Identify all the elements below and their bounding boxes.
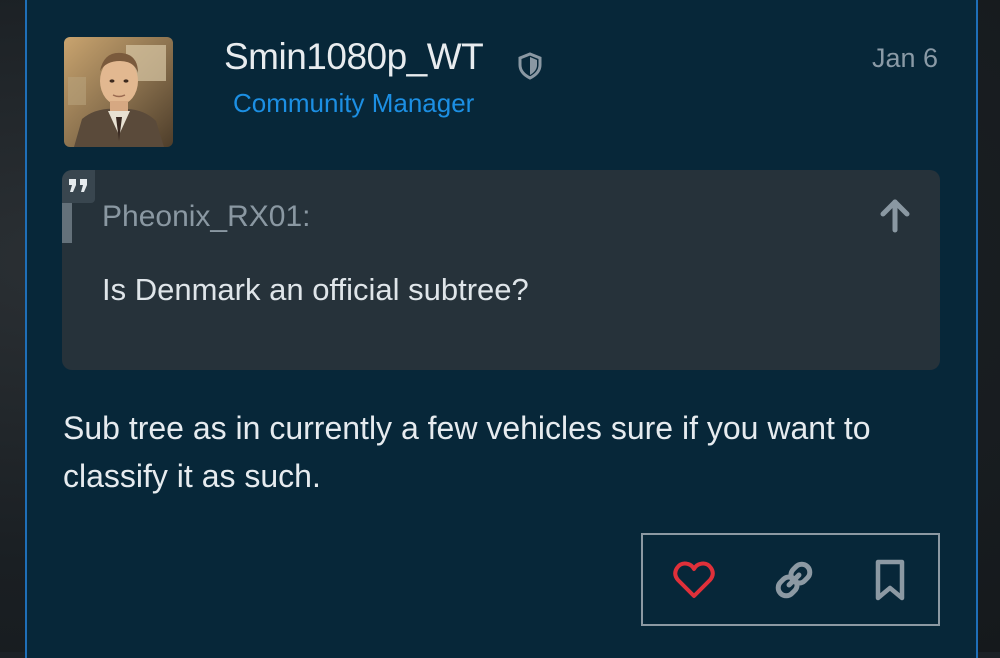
avatar[interactable] [64, 37, 173, 147]
quote-author: Pheonix_RX01: [102, 200, 311, 233]
forum-post: Smin1080p_WT Community Manager Jan 6 Phe… [25, 0, 978, 658]
arrow-up-icon[interactable] [879, 198, 911, 234]
post-actions [641, 533, 940, 626]
link-icon[interactable] [771, 557, 817, 603]
post-username[interactable]: Smin1080p_WT [224, 36, 484, 78]
post-body: Sub tree as in currently a few vehicles … [63, 410, 871, 494]
quote-side-bar [62, 203, 72, 243]
quote-text: Is Denmark an official subtree? [102, 272, 529, 307]
bookmark-icon[interactable] [867, 557, 913, 603]
quote-icon [62, 170, 95, 203]
shield-icon [517, 52, 543, 80]
post-date[interactable]: Jan 6 [872, 43, 938, 74]
quote-block: Pheonix_RX01: Is Denmark an official sub… [62, 170, 940, 370]
user-role-title: Community Manager [233, 88, 475, 118]
heart-icon[interactable] [671, 557, 717, 603]
